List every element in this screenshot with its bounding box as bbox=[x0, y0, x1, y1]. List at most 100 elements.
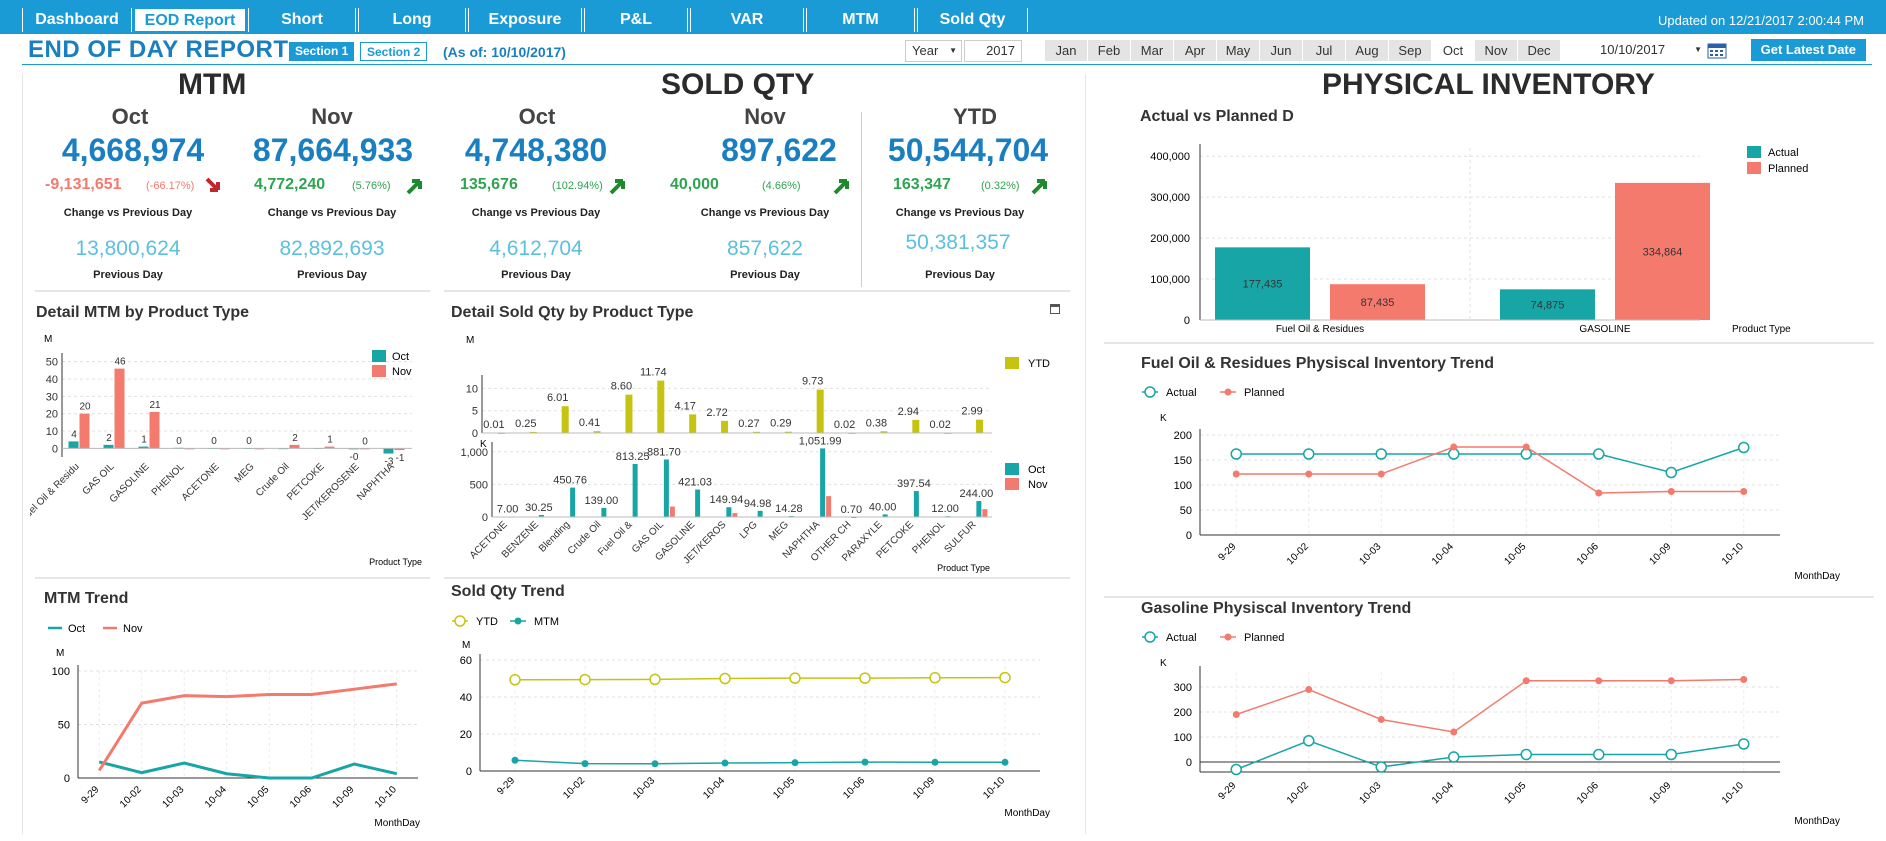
data-label: 0.29 bbox=[770, 418, 791, 430]
month-mar[interactable]: Mar bbox=[1131, 40, 1173, 61]
section-2-button[interactable]: Section 2 bbox=[360, 42, 428, 61]
tab-mtm[interactable]: MTM bbox=[806, 8, 915, 32]
bar-oct bbox=[695, 489, 701, 517]
as-of-date: (As of: 10/10/2017) bbox=[443, 44, 566, 60]
x-tick-label: 10-02 bbox=[118, 784, 144, 810]
tab-sold-qty[interactable]: Sold Qty bbox=[917, 8, 1028, 32]
legend-marker bbox=[454, 615, 466, 627]
data-label: 21 bbox=[149, 400, 161, 411]
get-latest-date-button[interactable]: Get Latest Date bbox=[1750, 39, 1866, 61]
tab-long[interactable]: Long bbox=[358, 8, 466, 32]
y-tick-label: 20 bbox=[460, 729, 472, 741]
mtm-oct-label: Oct bbox=[111, 104, 149, 129]
sold-oct-value: 4,748,380 bbox=[464, 132, 608, 168]
tab-dashboard[interactable]: Dashboard bbox=[22, 8, 132, 32]
month-aug[interactable]: Aug bbox=[1346, 40, 1388, 61]
month-nov[interactable]: Nov bbox=[1475, 40, 1517, 61]
mtm-trend-title: MTM Trend bbox=[44, 590, 129, 607]
x-tick-label: ACETONE bbox=[180, 461, 222, 503]
month-oct[interactable]: Oct bbox=[1432, 40, 1474, 61]
sold-heading: SOLD QTY bbox=[661, 68, 815, 101]
month-apr[interactable]: Apr bbox=[1174, 40, 1216, 61]
sold-ytd-chart: 0510M0.01 0.256.010.418.6011.744.172.720.… bbox=[466, 335, 1050, 440]
data-label: 14.28 bbox=[775, 503, 803, 515]
month-jun[interactable]: Jun bbox=[1260, 40, 1302, 61]
data-label: 12.00 bbox=[931, 503, 959, 515]
legend-label: YTD bbox=[476, 616, 498, 628]
line-oct bbox=[98, 760, 398, 780]
data-label: 4.17 bbox=[674, 400, 695, 412]
gas-trend-chart: 0 100 200 300 K 9-29 10-02 10-03 10-04 10-05 10-06… bbox=[1142, 631, 1840, 827]
point bbox=[1232, 711, 1240, 718]
data-label: 0.01 bbox=[483, 419, 504, 431]
legend-label: Actual bbox=[1768, 147, 1799, 159]
x-tick-label: 10-10 bbox=[373, 784, 399, 810]
y-tick-label: 40 bbox=[46, 374, 58, 386]
sold-nov-prev-caption: Previous Day bbox=[730, 269, 800, 281]
bar-oct bbox=[570, 487, 576, 517]
mtm-nov-label: Nov bbox=[311, 104, 353, 129]
sold-oct-caption: Change vs Previous Day bbox=[471, 207, 601, 219]
point bbox=[1448, 751, 1460, 763]
data-label: 177,435 bbox=[1243, 279, 1283, 291]
tab-var[interactable]: VAR bbox=[690, 8, 804, 32]
month-jan[interactable]: Jan bbox=[1045, 40, 1087, 61]
data-label: 0.25 bbox=[515, 418, 536, 430]
data-label: 1,051.99 bbox=[799, 437, 842, 447]
y-tick-label: 30 bbox=[46, 391, 58, 403]
mtm-nov-prev: 82,892,693 bbox=[279, 237, 385, 260]
sold-ytd-label: YTD bbox=[953, 104, 997, 129]
tab-short[interactable]: Short bbox=[248, 8, 356, 32]
point bbox=[999, 671, 1011, 684]
bar-nov bbox=[732, 513, 738, 517]
x-tick-label: 10-05 bbox=[771, 775, 797, 801]
data-label: 0.02 bbox=[929, 419, 950, 431]
point bbox=[581, 760, 589, 768]
x-tick-label: 10-09 bbox=[1648, 780, 1674, 806]
data-label: 9.73 bbox=[802, 376, 823, 388]
point bbox=[1232, 470, 1240, 478]
month-jul[interactable]: Jul bbox=[1303, 40, 1345, 61]
y-tick-label: 200 bbox=[1174, 430, 1192, 442]
month-feb[interactable]: Feb bbox=[1088, 40, 1130, 61]
x-axis-title: Product Type bbox=[937, 563, 990, 573]
arrow-up-icon bbox=[405, 176, 425, 201]
month-sep[interactable]: Sep bbox=[1389, 40, 1431, 61]
divider bbox=[35, 577, 430, 579]
tab-eod-report[interactable]: EOD Report bbox=[134, 8, 246, 32]
tab-exposure[interactable]: Exposure bbox=[468, 8, 582, 32]
data-label: -1 bbox=[396, 453, 405, 464]
legend-label: Nov bbox=[1028, 479, 1048, 491]
date-input[interactable]: 10/10/2017 ▼ bbox=[1594, 40, 1704, 62]
x-tick-label: 10-10 bbox=[981, 775, 1007, 801]
y-tick-label: 400,000 bbox=[1150, 151, 1190, 163]
year-input[interactable]: 2017 bbox=[964, 40, 1022, 62]
y-tick-label: 150 bbox=[1174, 455, 1192, 467]
legend-swatch bbox=[372, 365, 386, 377]
y-tick-label: 0 bbox=[1186, 757, 1192, 769]
legend-label: MTM bbox=[534, 616, 559, 628]
section-1-button[interactable]: Section 1 bbox=[289, 42, 355, 61]
period-select[interactable]: Year ▼ bbox=[905, 40, 962, 62]
y-axis-unit: K bbox=[480, 439, 487, 450]
sold-nov-prev: 857,622 bbox=[727, 237, 803, 260]
y-axis-unit: K bbox=[1160, 658, 1167, 669]
data-label: 2 bbox=[106, 433, 112, 444]
month-dec[interactable]: Dec bbox=[1518, 40, 1560, 61]
y-tick-label: 0 bbox=[482, 512, 488, 524]
sold-trend-title: Sold Qty Trend bbox=[451, 583, 565, 600]
bar-ytd bbox=[689, 414, 697, 433]
calendar-icon[interactable] bbox=[1707, 42, 1727, 59]
bar-nov bbox=[826, 496, 832, 517]
point bbox=[1740, 676, 1748, 683]
point bbox=[1665, 748, 1677, 761]
mtm-detail-chart: 01020304050M4 2 1 0 0 0-0 -32046212 1 0-1Fuel Oi… bbox=[30, 334, 422, 567]
month-may[interactable]: May bbox=[1217, 40, 1259, 61]
point bbox=[1450, 728, 1458, 736]
x-tick-label: MEG bbox=[233, 461, 257, 485]
bar-ytd bbox=[561, 406, 569, 433]
legend-swatch bbox=[1005, 357, 1019, 369]
maximize-icon[interactable] bbox=[1050, 304, 1060, 314]
divider bbox=[1104, 342, 1874, 344]
tab-p-l[interactable]: P&L bbox=[584, 8, 688, 32]
